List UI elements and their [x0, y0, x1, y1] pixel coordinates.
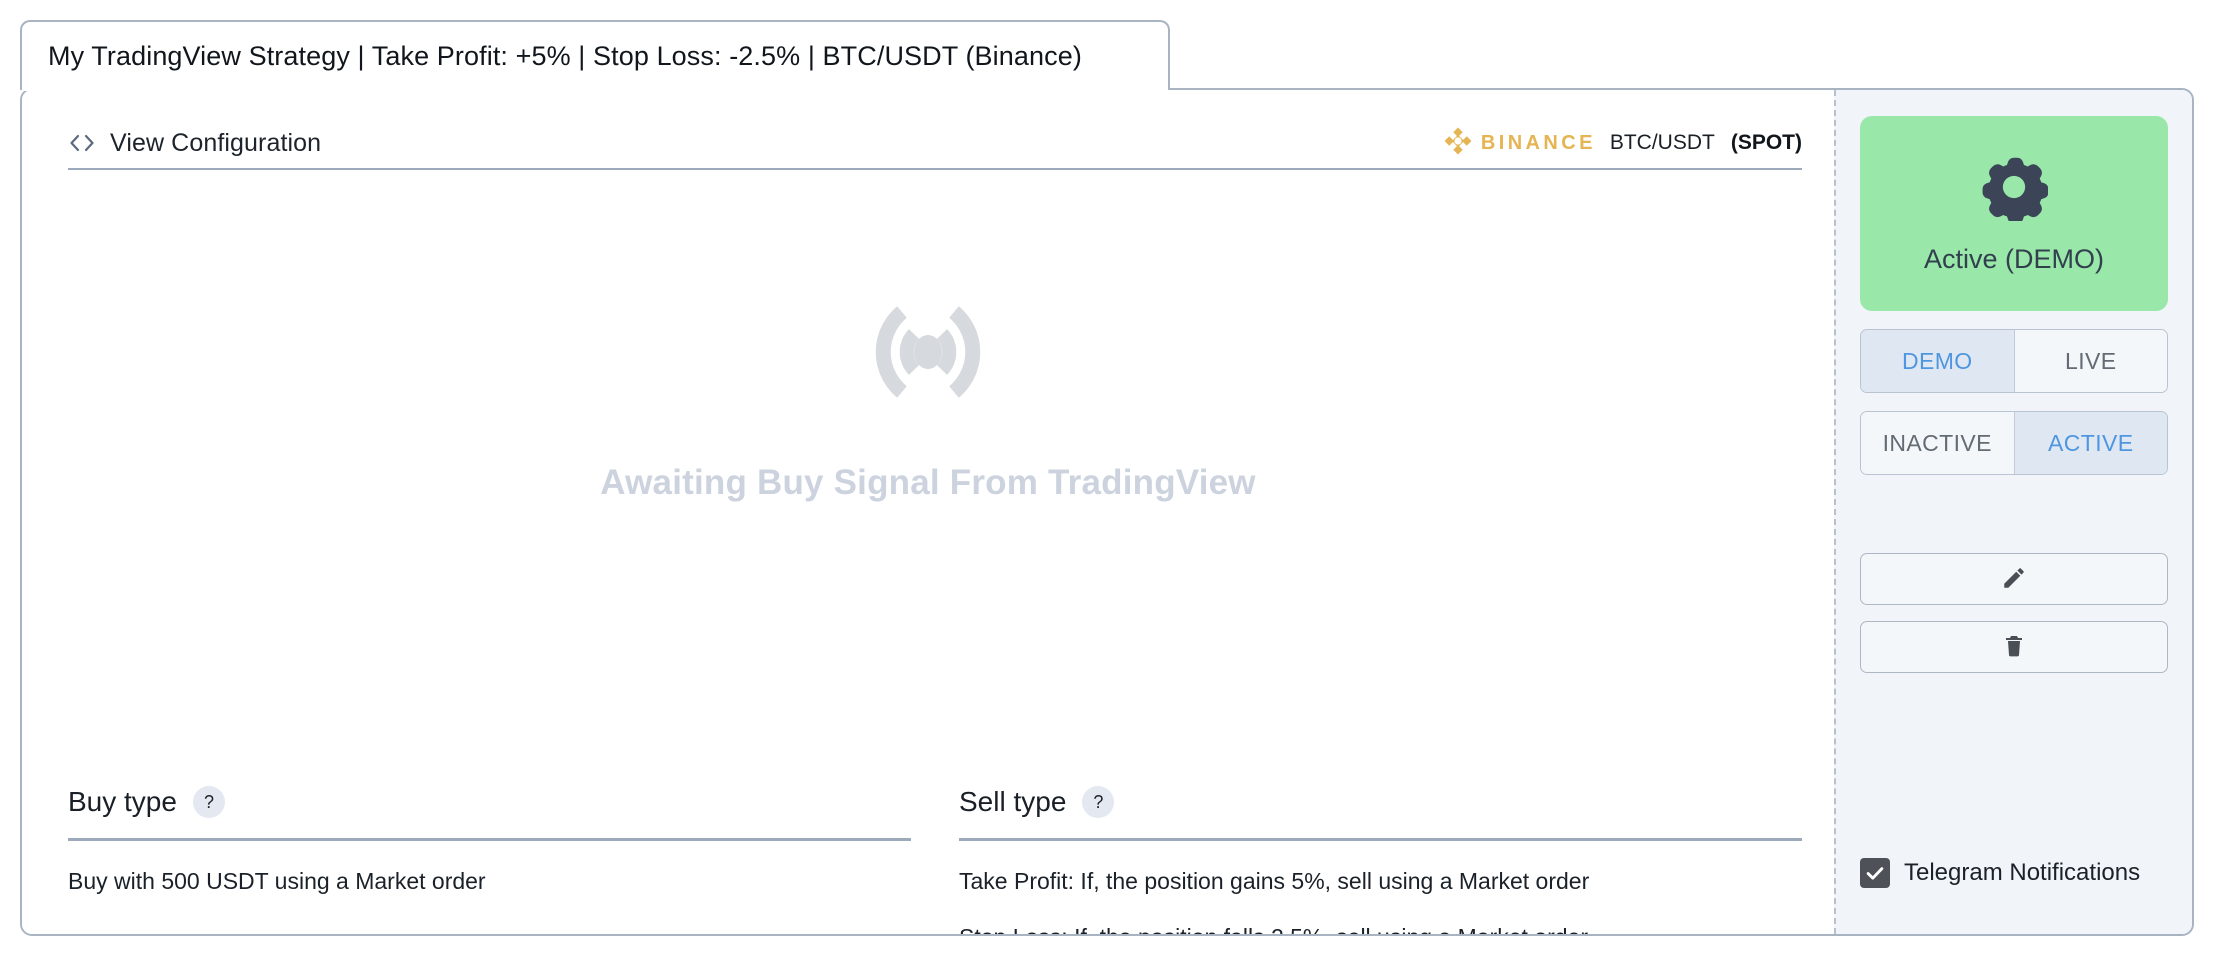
binance-logo-icon [1444, 127, 1472, 160]
app-root: My TradingView Strategy | Take Profit: +… [0, 0, 2214, 968]
tab-card-seam [24, 85, 1166, 91]
state-toggle-group: INACTIVE ACTIVE [1860, 411, 2168, 475]
exchange-info: BINANCE BTC/USDT (SPOT) [1444, 127, 1802, 160]
mode-toggle-demo[interactable]: DEMO [1861, 330, 2014, 392]
buy-type-header: Buy type ? [68, 780, 911, 824]
view-configuration-label: View Configuration [110, 128, 322, 157]
telegram-notifications-row[interactable]: Telegram Notifications [1860, 858, 2168, 888]
view-configuration-link[interactable]: View Configuration [68, 129, 321, 158]
order-config-columns: Buy type ? Buy with 500 USDT using a Mar… [68, 780, 1802, 934]
sell-type-help-icon[interactable]: ? [1082, 786, 1115, 818]
main-pane: View Configuration BINANCE BTC/USDT (SPO… [22, 90, 1834, 934]
sell-type-column: Sell type ? Take Profit: If, the positio… [959, 780, 1802, 934]
code-brackets-icon [68, 133, 96, 153]
broadcast-signal-icon [848, 290, 1008, 419]
mode-toggle-group: DEMO LIVE [1860, 329, 2168, 393]
header-divider [68, 168, 1802, 170]
delete-strategy-button[interactable] [1860, 621, 2168, 673]
sell-type-body: Take Profit: If, the position gains 5%, … [959, 841, 1802, 934]
awaiting-signal-empty-state: Awaiting Buy Signal From TradingView [22, 290, 1834, 503]
buy-type-title: Buy type [68, 786, 177, 817]
strategy-tab-title: My TradingView Strategy | Take Profit: +… [48, 40, 1082, 71]
gear-icon [1980, 153, 2049, 226]
sell-type-header: Sell type ? [959, 780, 1802, 824]
mode-toggle-live[interactable]: LIVE [2013, 330, 2167, 392]
trading-pair: BTC/USDT [1609, 131, 1715, 154]
awaiting-signal-message: Awaiting Buy Signal From TradingView [600, 463, 1256, 502]
telegram-notifications-label: Telegram Notifications [1904, 859, 2141, 886]
status-card[interactable]: Active (DEMO) [1860, 116, 2168, 311]
telegram-notifications-checkbox[interactable] [1860, 858, 1890, 888]
pencil-icon [2001, 565, 2027, 594]
status-label: Active (DEMO) [1923, 243, 2104, 274]
strategy-card: View Configuration BINANCE BTC/USDT (SPO… [20, 88, 2194, 936]
state-toggle-inactive[interactable]: INACTIVE [1861, 412, 2014, 474]
state-toggle-active[interactable]: ACTIVE [2013, 412, 2167, 474]
stop-loss-rule-line: Stop Loss: If, the position falls 2.5%, … [959, 923, 1802, 934]
buy-type-help-icon[interactable]: ? [192, 786, 225, 818]
take-profit-rule-line: Take Profit: If, the position gains 5%, … [959, 868, 1590, 894]
trash-icon [2002, 633, 2026, 662]
edit-strategy-button[interactable] [1860, 553, 2168, 605]
buy-type-column: Buy type ? Buy with 500 USDT using a Mar… [68, 780, 911, 934]
strategy-tab[interactable]: My TradingView Strategy | Take Profit: +… [20, 20, 1170, 90]
card-header: View Configuration BINANCE BTC/USDT (SPO… [68, 120, 1802, 166]
exchange-name: BINANCE [1480, 131, 1596, 154]
buy-rule-line: Buy with 500 USDT using a Market order [68, 868, 486, 894]
market-type-badge: (SPOT) [1730, 131, 1802, 154]
strategy-sidebar: Active (DEMO) DEMO LIVE INACTIVE ACTIVE [1834, 90, 2192, 934]
buy-type-body: Buy with 500 USDT using a Market order [68, 841, 911, 897]
sell-type-title: Sell type [959, 786, 1067, 817]
